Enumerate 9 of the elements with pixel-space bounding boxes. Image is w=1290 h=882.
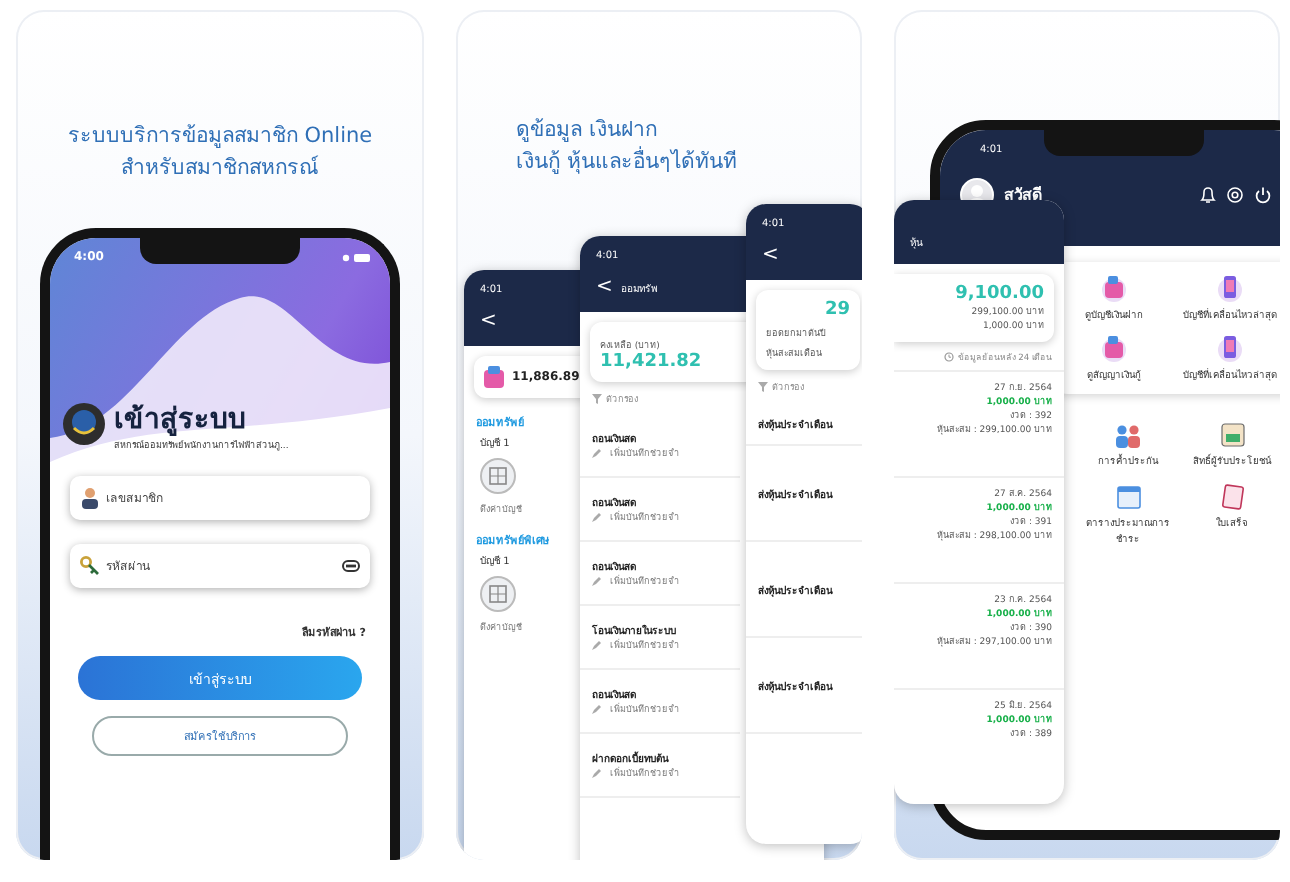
headline-text: ระบบบริการข้อมูลสมาชิก Online สำหรับสมาชิกสหกรณ์ [65,122,375,184]
greeting-text: สวัสดี [1004,184,1044,208]
screen-title: เข้าสู่ระบบ [114,402,248,438]
back-button[interactable]: < [480,312,497,332]
back-button[interactable]: < [596,278,613,298]
shares-amount: 9,100.00 [953,284,1044,304]
shares-amount: 29 [822,300,850,320]
back-button[interactable]: < [762,246,779,266]
headline-text: ดูข้อมูล เงินฝาก เงินกู้ หุ้นและอื่นๆได้ทันที [516,116,737,178]
